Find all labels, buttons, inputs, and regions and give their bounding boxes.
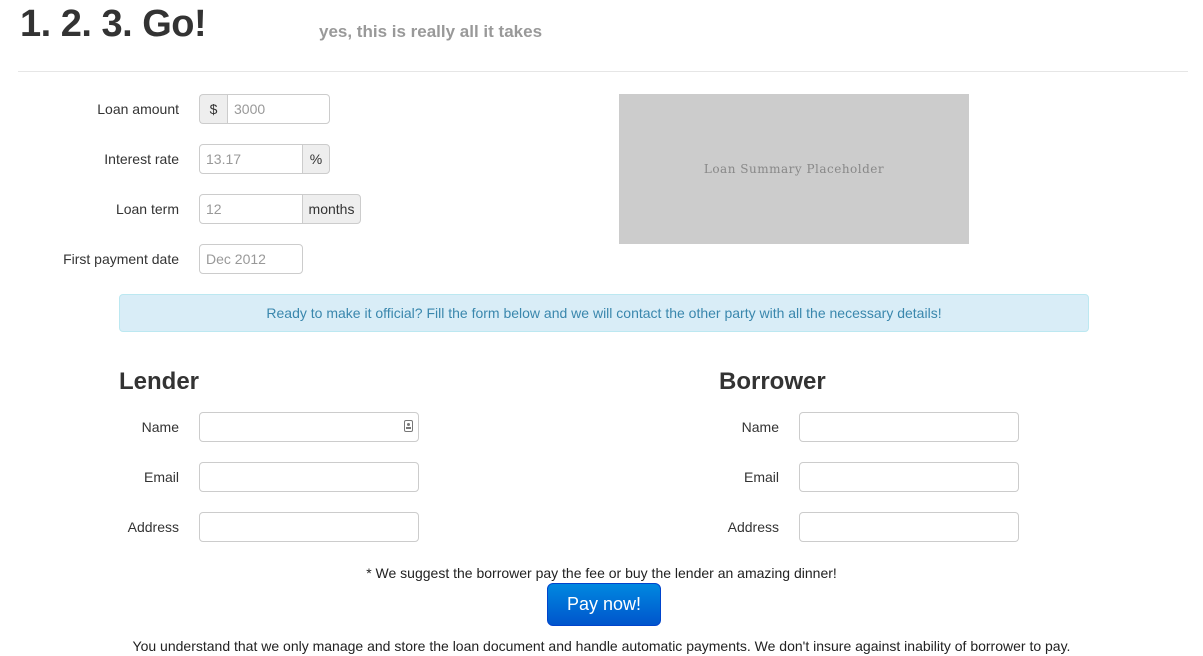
lender-address-label: Address — [127, 519, 179, 535]
loan-summary-text: Loan Summary Placeholder — [703, 162, 885, 176]
header-divider — [18, 71, 1188, 72]
borrower-title: Borrower — [719, 368, 826, 395]
lender-name-label: Name — [141, 419, 179, 435]
loan-amount-input[interactable]: 3000 — [227, 94, 330, 124]
lender-name-input[interactable] — [199, 412, 419, 442]
lender-address-input[interactable] — [199, 512, 419, 542]
loan-term-label: Loan term — [115, 201, 179, 217]
first-payment-label: First payment date — [63, 251, 179, 267]
contact-card-icon[interactable] — [404, 420, 413, 432]
borrower-name-input[interactable] — [799, 412, 1019, 442]
loan-amount-label: Loan amount — [97, 101, 179, 117]
lender-title: Lender — [119, 368, 200, 395]
loan-summary-placeholder: Loan Summary Placeholder — [619, 94, 969, 244]
tagline: yes, this is really all it takes — [319, 22, 543, 41]
borrower-name-label: Name — [741, 419, 779, 435]
dollar-prefix: $ — [199, 94, 227, 124]
first-payment-input[interactable]: Dec 2012 — [199, 244, 303, 274]
borrower-email-input[interactable] — [799, 462, 1019, 492]
lender-email-label: Email — [143, 469, 179, 485]
months-suffix: months — [302, 194, 361, 224]
borrower-email-label: Email — [743, 469, 779, 485]
loan-term-input[interactable]: 12 — [199, 194, 303, 224]
page-title: 1. 2. 3. Go! — [20, 3, 207, 45]
lender-email-input[interactable] — [199, 462, 419, 492]
percent-suffix: % — [302, 144, 330, 174]
pay-now-button[interactable]: Pay now! — [547, 583, 661, 626]
interest-rate-label: Interest rate — [104, 151, 179, 167]
fee-note: * We suggest the borrower pay the fee or… — [366, 565, 837, 581]
interest-rate-input[interactable]: 13.17 — [199, 144, 303, 174]
borrower-address-input[interactable] — [799, 512, 1019, 542]
disclaimer: You understand that we only manage and s… — [132, 638, 1071, 654]
info-alert: Ready to make it official? Fill the form… — [119, 294, 1089, 332]
borrower-address-label: Address — [727, 519, 779, 535]
